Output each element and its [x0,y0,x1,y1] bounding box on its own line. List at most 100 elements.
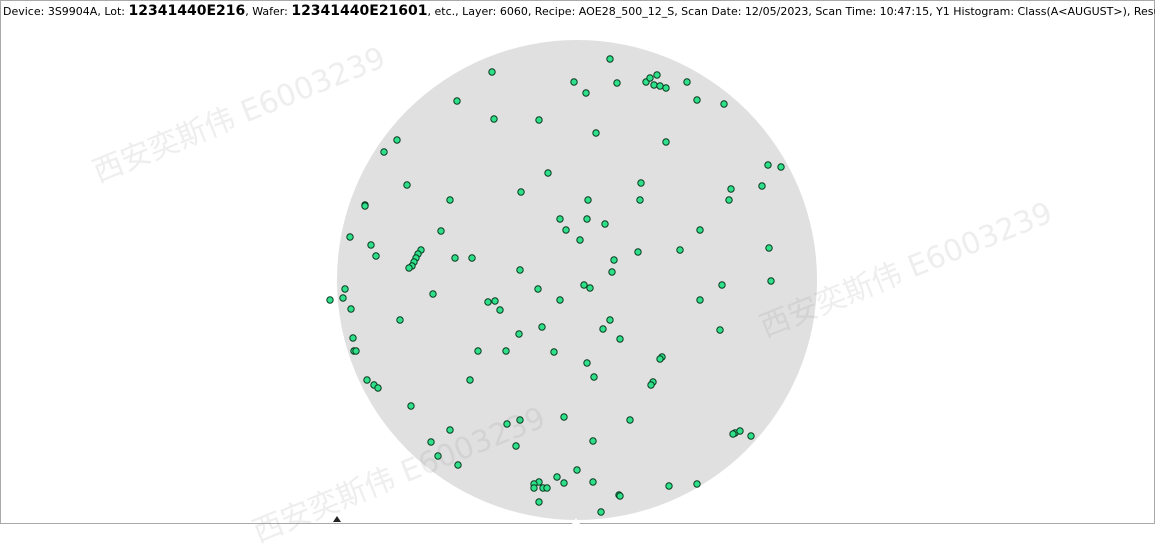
defect-marker[interactable] [341,285,349,293]
defect-marker[interactable] [544,169,552,177]
defect-marker[interactable] [361,202,369,210]
defect-marker[interactable] [550,348,558,356]
defect-marker[interactable] [608,268,616,276]
defect-marker[interactable] [576,236,584,244]
defect-marker[interactable] [515,330,523,338]
defect-marker[interactable] [616,492,624,500]
defect-marker[interactable] [676,246,684,254]
defect-marker[interactable] [427,438,435,446]
defect-marker[interactable] [556,296,564,304]
defect-marker[interactable] [573,466,581,474]
defect-marker[interactable] [454,461,462,469]
defect-marker[interactable] [530,484,538,492]
defect-marker[interactable] [616,335,624,343]
defect-marker[interactable] [586,284,594,292]
defect-marker[interactable] [553,473,561,481]
defect-marker[interactable] [446,196,454,204]
defect-marker[interactable] [727,185,735,193]
defect-marker[interactable] [535,116,543,124]
defect-marker[interactable] [693,96,701,104]
defect-marker[interactable] [606,316,614,324]
defect-marker[interactable] [718,281,726,289]
defect-marker[interactable] [647,381,655,389]
defect-marker[interactable] [662,138,670,146]
defect-marker[interactable] [352,347,360,355]
defect-marker[interactable] [626,416,634,424]
defect-marker[interactable] [653,71,661,79]
defect-marker[interactable] [696,226,704,234]
defect-marker[interactable] [582,89,590,97]
defect-marker[interactable] [583,359,591,367]
defect-marker[interactable] [747,432,755,440]
defect-marker[interactable] [589,478,597,486]
defect-marker[interactable] [693,480,701,488]
defect-marker[interactable] [326,296,334,304]
defect-marker[interactable] [535,498,543,506]
defect-marker[interactable] [584,196,592,204]
defect-marker[interactable] [725,196,733,204]
defect-marker[interactable] [580,281,588,289]
defect-marker[interactable] [560,413,568,421]
defect-marker[interactable] [512,442,520,450]
defect-marker[interactable] [637,179,645,187]
defect-marker[interactable] [474,347,482,355]
defect-marker[interactable] [405,264,413,272]
defect-marker[interactable] [736,427,744,435]
defect-marker[interactable] [517,188,525,196]
defect-marker[interactable] [372,252,380,260]
defect-marker[interactable] [349,334,357,342]
defect-marker[interactable] [656,355,664,363]
defect-marker[interactable] [488,68,496,76]
defect-marker[interactable] [466,376,474,384]
defect-marker[interactable] [453,97,461,105]
defect-marker[interactable] [650,81,658,89]
defect-marker[interactable] [437,227,445,235]
defect-marker[interactable] [777,163,785,171]
defect-marker[interactable] [429,290,437,298]
defect-marker[interactable] [434,452,442,460]
defect-marker[interactable] [592,129,600,137]
defect-marker[interactable] [636,196,644,204]
defect-marker[interactable] [767,277,775,285]
defect-marker[interactable] [590,373,598,381]
defect-marker[interactable] [634,248,642,256]
defect-marker[interactable] [516,266,524,274]
defect-marker[interactable] [610,256,618,264]
defect-marker[interactable] [403,181,411,189]
defect-marker[interactable] [764,161,772,169]
defect-marker[interactable] [720,100,728,108]
defect-marker[interactable] [683,78,691,86]
defect-marker[interactable] [496,306,504,314]
defect-marker[interactable] [613,79,621,87]
defect-marker[interactable] [367,241,375,249]
defect-marker[interactable] [363,376,371,384]
defect-marker[interactable] [583,215,591,223]
defect-marker[interactable] [374,384,382,392]
defect-marker[interactable] [758,182,766,190]
defect-marker[interactable] [556,215,564,223]
defect-marker[interactable] [662,84,670,92]
defect-marker[interactable] [606,55,614,63]
defect-marker[interactable] [346,233,354,241]
defect-marker[interactable] [502,347,510,355]
defect-marker[interactable] [516,416,524,424]
defect-marker[interactable] [468,254,476,262]
defect-marker[interactable] [665,482,673,490]
defect-marker[interactable] [765,244,773,252]
defect-marker[interactable] [407,402,415,410]
defect-marker[interactable] [538,323,546,331]
defect-marker[interactable] [656,82,664,90]
defect-marker[interactable] [347,305,355,313]
defect-marker[interactable] [716,326,724,334]
defect-marker[interactable] [729,430,737,438]
defect-marker[interactable] [490,115,498,123]
defect-marker[interactable] [446,426,454,434]
defect-marker[interactable] [570,78,578,86]
defect-marker[interactable] [393,136,401,144]
defect-marker[interactable] [543,484,551,492]
defect-marker[interactable] [491,297,499,305]
defect-marker[interactable] [396,316,404,324]
defect-marker[interactable] [451,254,459,262]
defect-marker[interactable] [339,294,347,302]
defect-marker[interactable] [646,74,654,82]
